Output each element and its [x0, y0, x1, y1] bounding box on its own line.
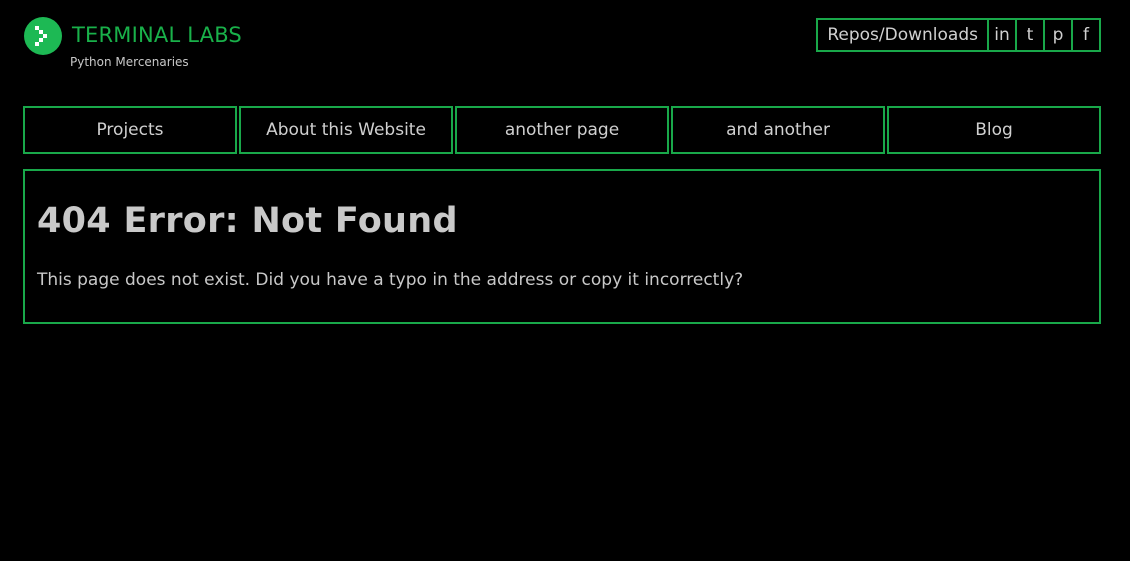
nav-item-about[interactable]: About this Website [239, 106, 453, 154]
logo-text: TERMINAL LABS Python Mercenaries [70, 17, 242, 69]
linkedin-link[interactable]: in [987, 18, 1017, 52]
page: TERMINAL LABS Python Mercenaries Repos/D… [0, 0, 1130, 561]
main-nav: Projects About this Website another page… [23, 106, 1101, 154]
terminal-labs-logo-icon [24, 17, 62, 55]
nav-item-projects[interactable]: Projects [23, 106, 237, 154]
pinterest-link[interactable]: p [1043, 18, 1073, 52]
brand-name: TERMINAL LABS [72, 23, 242, 47]
nav-item-another-page[interactable]: another page [455, 106, 669, 154]
facebook-link[interactable]: f [1071, 18, 1101, 52]
page-title: 404 Error: Not Found [37, 201, 458, 241]
error-message: This page does not exist. Did you have a… [37, 270, 744, 290]
logo-link[interactable]: TERMINAL LABS Python Mercenaries [24, 17, 242, 69]
content-panel: 404 Error: Not Found This page does not … [23, 169, 1101, 324]
tagline: Python Mercenaries [70, 55, 189, 69]
twitter-link[interactable]: t [1015, 18, 1045, 52]
top-links: Repos/Downloads in t p f [816, 18, 1101, 52]
repos-downloads-link[interactable]: Repos/Downloads [816, 18, 989, 52]
nav-item-blog[interactable]: Blog [887, 106, 1101, 154]
nav-item-and-another[interactable]: and another [671, 106, 885, 154]
